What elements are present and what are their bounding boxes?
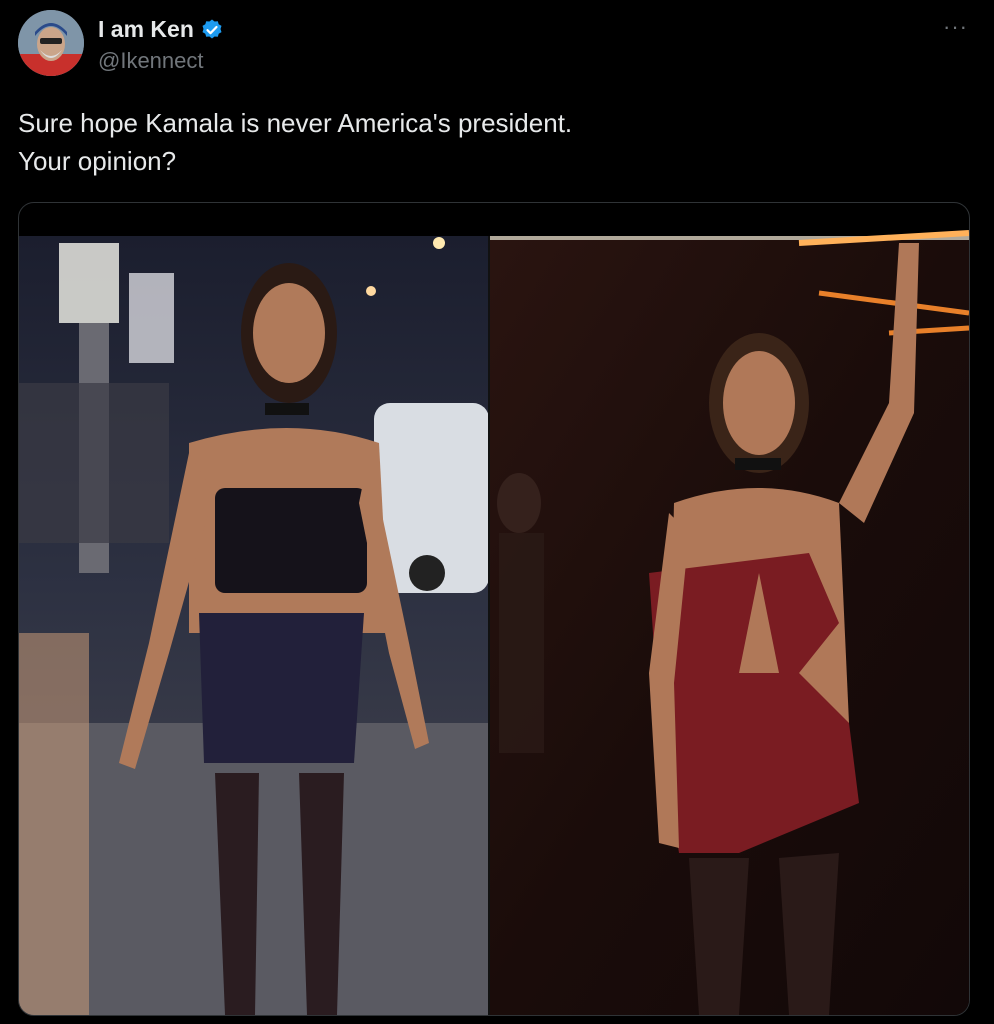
- tweet-text: Sure hope Kamala is never America's pres…: [18, 104, 958, 180]
- handle[interactable]: @Ikennect: [98, 48, 204, 74]
- more-options-icon[interactable]: ···: [943, 14, 968, 40]
- display-name[interactable]: I am Ken: [98, 16, 194, 43]
- tweet-text-line: Sure hope Kamala is never America's pres…: [18, 108, 573, 138]
- avatar-image: [18, 10, 84, 76]
- media-collage: [19, 230, 969, 1015]
- tweet-text-line: Your opinion?: [18, 146, 177, 176]
- verified-badge-icon: [202, 19, 222, 38]
- left-photo: [19, 236, 489, 1015]
- tweet-media[interactable]: [18, 202, 970, 1016]
- tweet-header: I am Ken @Ikennect ···: [18, 10, 978, 80]
- right-photo: [489, 230, 969, 1015]
- avatar[interactable]: [18, 10, 84, 76]
